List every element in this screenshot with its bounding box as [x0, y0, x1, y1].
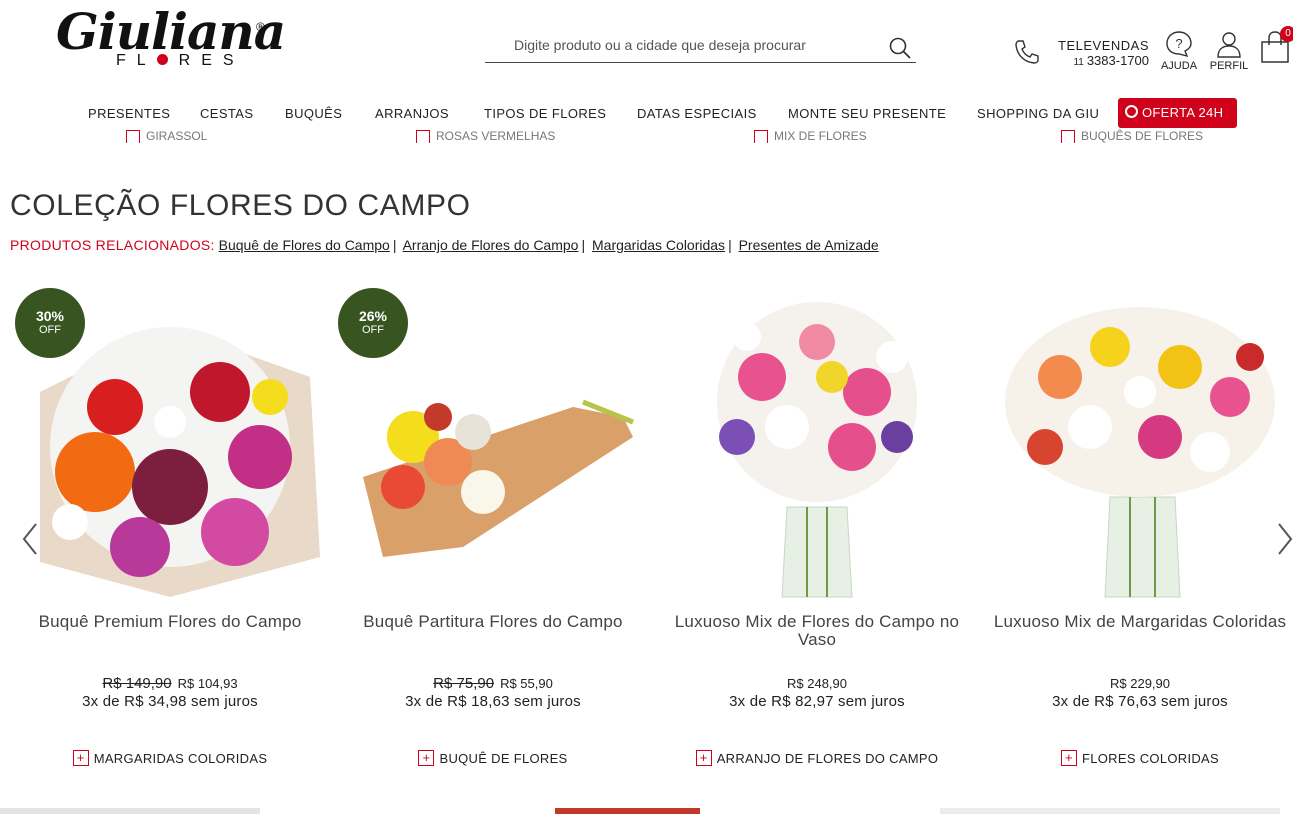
televendas-phone: 11 3383-1700	[1073, 53, 1149, 68]
logo-subtitle: FL RES	[116, 52, 245, 69]
product-name[interactable]: Luxuoso Mix de Flores do Campo no Vaso	[657, 613, 977, 649]
nav-datas-especiais[interactable]: DATAS ESPECIAIS	[637, 106, 757, 121]
logo-registered-mark: ®	[256, 20, 265, 34]
filter-item[interactable]: GIRASSOL	[126, 129, 207, 143]
product-prices: R$ 248,90	[657, 675, 977, 691]
next-row-images	[0, 808, 1280, 814]
current-price: R$ 55,90	[500, 676, 553, 691]
discount-badge: 30% OFF	[15, 288, 85, 358]
nav-oferta-24h-button[interactable]: OFERTA 24H	[1118, 98, 1237, 128]
televendas-contact[interactable]: TELEVENDAS 11 3383-1700	[1051, 38, 1149, 68]
help-link[interactable]: ? AJUDA	[1158, 30, 1200, 72]
installments: 3x de R$ 34,98 sem juros	[82, 693, 258, 710]
product-category-link[interactable]: + ARRANJO DE FLORES DO CAMPO	[657, 750, 977, 766]
plus-icon: +	[418, 750, 435, 766]
user-icon	[1217, 32, 1241, 58]
page-title: COLEÇÃO FLORES DO CAMPO	[10, 189, 471, 222]
giuliana-flores-logo[interactable]: Giuliana ® FL RES	[56, 2, 286, 76]
filter-item[interactable]: ROSAS VERMELHAS	[416, 129, 555, 143]
product-card[interactable]: 30% OFF Buquê Premium Flores do Campo R$ …	[10, 285, 330, 785]
search-bar	[485, 30, 916, 63]
phone-icon	[1015, 40, 1039, 64]
related-link-buque[interactable]: Buquê de Flores do Campo	[219, 237, 390, 253]
clock-icon	[1125, 105, 1138, 118]
nav-arranjos[interactable]: ARRANJOS	[375, 106, 449, 121]
nav-tipos-de-flores[interactable]: TIPOS DE FLORES	[484, 106, 606, 121]
televendas-label: TELEVENDAS	[1058, 38, 1149, 53]
product-name[interactable]: Luxuoso Mix de Margaridas Coloridas	[980, 613, 1293, 631]
plus-icon: +	[1061, 750, 1077, 766]
product-card[interactable]: 26% OFF Buquê Partitura Flores do Campo R…	[333, 285, 653, 785]
related-link-amizade[interactable]: Presentes de Amizade	[739, 237, 879, 253]
nav-cestas[interactable]: CESTAS	[200, 106, 253, 121]
product-name[interactable]: Buquê Partitura Flores do Campo	[333, 613, 653, 631]
old-price: R$ 75,90	[433, 675, 495, 692]
product-name[interactable]: Buquê Premium Flores do Campo	[10, 613, 330, 631]
related-link-arranjo[interactable]: Arranjo de Flores do Campo	[403, 237, 579, 253]
old-price: R$ 149,90	[102, 675, 172, 692]
product-category-link[interactable]: + FLORES COLORIDAS	[980, 750, 1293, 766]
plus-icon: +	[695, 750, 712, 766]
svg-text:?: ?	[1175, 36, 1182, 51]
help-icon: ?	[1166, 31, 1192, 58]
filter-item[interactable]: MIX DE FLORES	[754, 129, 867, 143]
search-input[interactable]	[485, 30, 875, 60]
product-image[interactable]	[990, 297, 1290, 602]
product-card[interactable]: Luxuoso Mix de Margaridas Coloridas R$ 2…	[980, 285, 1293, 785]
product-image[interactable]	[667, 297, 967, 602]
profile-link[interactable]: PERFIL	[1206, 30, 1252, 72]
product-card[interactable]: Luxuoso Mix de Flores do Campo no Vaso R…	[657, 285, 977, 785]
current-price: R$ 104,93	[177, 676, 238, 691]
nav-shopping-da-giu[interactable]: SHOPPING DA GIU	[977, 106, 1099, 121]
discount-badge: 26% OFF	[338, 288, 408, 358]
related-label: PRODUTOS RELACIONADOS:	[10, 237, 215, 253]
search-icon[interactable]	[888, 36, 912, 60]
product-category-link[interactable]: + MARGARIDAS COLORIDAS	[10, 750, 330, 766]
main-nav: PRESENTES CESTAS BUQUÊS ARRANJOS TIPOS D…	[0, 96, 1293, 130]
site-header: Giuliana ® FLRES TELEVENDAS 113383-1700 …	[0, 0, 1293, 92]
logo-red-dot	[156, 54, 168, 65]
filter-item[interactable]: BUQUÊS DE FLORES	[1061, 129, 1203, 143]
installments: 3x de R$ 82,97 sem juros	[729, 693, 905, 710]
plus-icon: +	[72, 750, 89, 766]
product-prices: R$ 149,90 R$ 104,93	[10, 675, 330, 692]
cart-count-badge: 0	[1280, 26, 1293, 42]
current-price: R$ 229,90	[1110, 676, 1170, 691]
product-prices: R$ 229,90	[980, 675, 1293, 691]
nav-monte-seu-presente[interactable]: MONTE SEU PRESENTE	[788, 106, 946, 121]
installments: 3x de R$ 76,63 sem juros	[1052, 693, 1228, 710]
related-link-margaridas[interactable]: Margaridas Coloridas	[592, 237, 725, 253]
installments: 3x de R$ 18,63 sem juros	[405, 693, 581, 710]
product-category-link[interactable]: + BUQUÊ DE FLORES	[333, 750, 653, 766]
current-price: R$ 248,90	[787, 676, 847, 691]
nav-presentes[interactable]: PRESENTES	[88, 106, 170, 121]
nav-buques[interactable]: BUQUÊS	[285, 106, 342, 121]
product-prices: R$ 75,90 R$ 55,90	[333, 675, 653, 692]
related-products: PRODUTOS RELACIONADOS: Buquê de Flores d…	[10, 237, 879, 253]
